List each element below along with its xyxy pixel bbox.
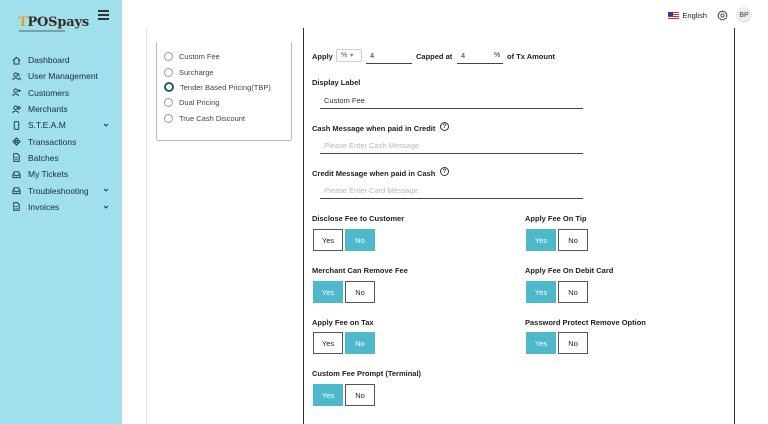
sidebar-item-invoices[interactable]: Invoices: [0, 199, 122, 215]
sidebar-item-customers[interactable]: Customers: [0, 85, 122, 101]
capped-suffix: of Tx Amount: [507, 52, 556, 61]
yes-button[interactable]: Yes: [313, 332, 343, 354]
cash-message-title: Cash Message when paid in Credit: [312, 124, 436, 133]
sidebar-nav: Dashboard User Management Customers Merc…: [0, 52, 122, 215]
yes-button[interactable]: Yes: [313, 229, 343, 251]
yes-button[interactable]: Yes: [526, 281, 556, 303]
dollar-icon: [12, 137, 21, 146]
fee-settings-panel: [303, 28, 735, 424]
pospays-logo[interactable]: TPOSpays: [10, 8, 89, 36]
disclose-fee-label: Disclose Fee to Customer: [312, 214, 405, 223]
radio-selected-icon: [164, 82, 174, 92]
password-protect-label: Password Protect Remove Option: [525, 318, 646, 327]
custom-fee-prompt-toggle: Yes No: [313, 384, 375, 406]
help-icon[interactable]: ?: [440, 167, 449, 176]
topbar-actions: English BP: [668, 7, 752, 23]
no-button[interactable]: No: [558, 281, 588, 303]
radio-icon: [164, 51, 173, 61]
sidebar-item-user-management[interactable]: User Management: [0, 68, 122, 84]
apply-fee-debit-toggle: Yes No: [526, 281, 588, 303]
sidebar-item-batches[interactable]: Batches: [0, 150, 122, 166]
apply-fee-debit-label: Apply Fee On Debit Card: [525, 266, 614, 275]
apply-fee-tip-label: Apply Fee On Tip: [525, 214, 587, 223]
no-button[interactable]: No: [345, 384, 375, 406]
inbox-icon: [12, 186, 21, 195]
avatar[interactable]: BP: [736, 7, 752, 23]
chevron-down-icon: [103, 189, 109, 193]
no-button[interactable]: No: [345, 332, 375, 354]
capped-unit: %: [494, 52, 501, 59]
inbox-icon: [12, 170, 21, 179]
language-selector[interactable]: English: [682, 11, 707, 20]
no-button[interactable]: No: [558, 332, 588, 354]
sidebar-item-dashboard[interactable]: Dashboard: [0, 52, 122, 68]
apply-fee-tax-label: Apply Fee on Tax: [312, 318, 374, 327]
yes-button[interactable]: Yes: [313, 384, 343, 406]
apply-label: Apply: [312, 52, 333, 61]
help-icon[interactable]: ?: [440, 122, 449, 131]
sidebar-item-transactions[interactable]: Transactions: [0, 133, 122, 149]
merchant-remove-fee-label: Merchant Can Remove Fee: [312, 266, 408, 275]
sidebar: TPOSpays Dashboard User Management Custo…: [0, 0, 122, 424]
apply-fee-tip-toggle: Yes No: [526, 229, 588, 251]
sidebar-item-my-tickets[interactable]: My Tickets: [0, 166, 122, 182]
yes-button[interactable]: Yes: [526, 229, 556, 251]
custom-fee-prompt-label: Custom Fee Prompt (Terminal): [312, 369, 422, 378]
user-add-icon: [12, 88, 21, 97]
disclose-fee-toggle: Yes No: [313, 229, 375, 251]
capped-label: Capped at: [416, 52, 453, 61]
users-icon: [12, 72, 21, 81]
radio-true-cash-discount[interactable]: True Cash Discount: [164, 112, 245, 124]
menu-toggle-icon[interactable]: [98, 10, 109, 20]
us-flag-icon: [668, 11, 680, 19]
display-label-input[interactable]: Custom Fee: [320, 93, 583, 109]
chevron-down-icon: ▾: [350, 53, 354, 59]
no-button[interactable]: No: [558, 229, 588, 251]
no-button[interactable]: No: [345, 229, 375, 251]
merchant-remove-fee-toggle: Yes No: [313, 281, 375, 303]
radio-tender-based-pricing[interactable]: Tender Based Pricing(TBP): [164, 81, 271, 93]
yes-button[interactable]: Yes: [526, 332, 556, 354]
apply-unit-select[interactable]: % ▾: [336, 49, 362, 62]
chevron-down-icon: [103, 123, 109, 127]
credit-message-title: Credit Message when paid in Cash: [312, 169, 436, 178]
radio-icon: [164, 97, 173, 107]
merchants-icon: [12, 104, 21, 114]
document-icon: [12, 153, 21, 163]
display-label-title: Display Label: [312, 78, 361, 87]
apply-fee-tax-toggle: Yes No: [313, 332, 375, 354]
radio-icon: [164, 67, 173, 77]
gear-icon[interactable]: [717, 9, 728, 21]
apply-value-input[interactable]: 4: [366, 48, 412, 64]
radio-dual-pricing[interactable]: Dual Pricing: [164, 96, 219, 108]
sidebar-item-troubleshooting[interactable]: Troubleshooting: [0, 182, 122, 198]
document-icon: [12, 202, 21, 212]
credit-message-input[interactable]: Please Enter Card Message: [320, 183, 583, 199]
sidebar-item-merchants[interactable]: Merchants: [0, 101, 122, 117]
chevron-down-icon: [103, 205, 109, 209]
yes-button[interactable]: Yes: [313, 281, 343, 303]
no-button[interactable]: No: [345, 281, 375, 303]
cash-message-input[interactable]: Please Enter Cash Message: [320, 138, 583, 154]
device-icon: [12, 121, 21, 130]
radio-icon: [164, 113, 173, 123]
radio-surcharge[interactable]: Surcharge: [164, 66, 214, 78]
password-protect-toggle: Yes No: [526, 332, 588, 354]
logo-text: TPOSpays: [18, 15, 89, 30]
sidebar-item-steam[interactable]: S.T.E.A.M: [0, 117, 122, 133]
radio-custom-fee[interactable]: Custom Fee: [164, 50, 220, 62]
home-icon: [12, 56, 21, 65]
